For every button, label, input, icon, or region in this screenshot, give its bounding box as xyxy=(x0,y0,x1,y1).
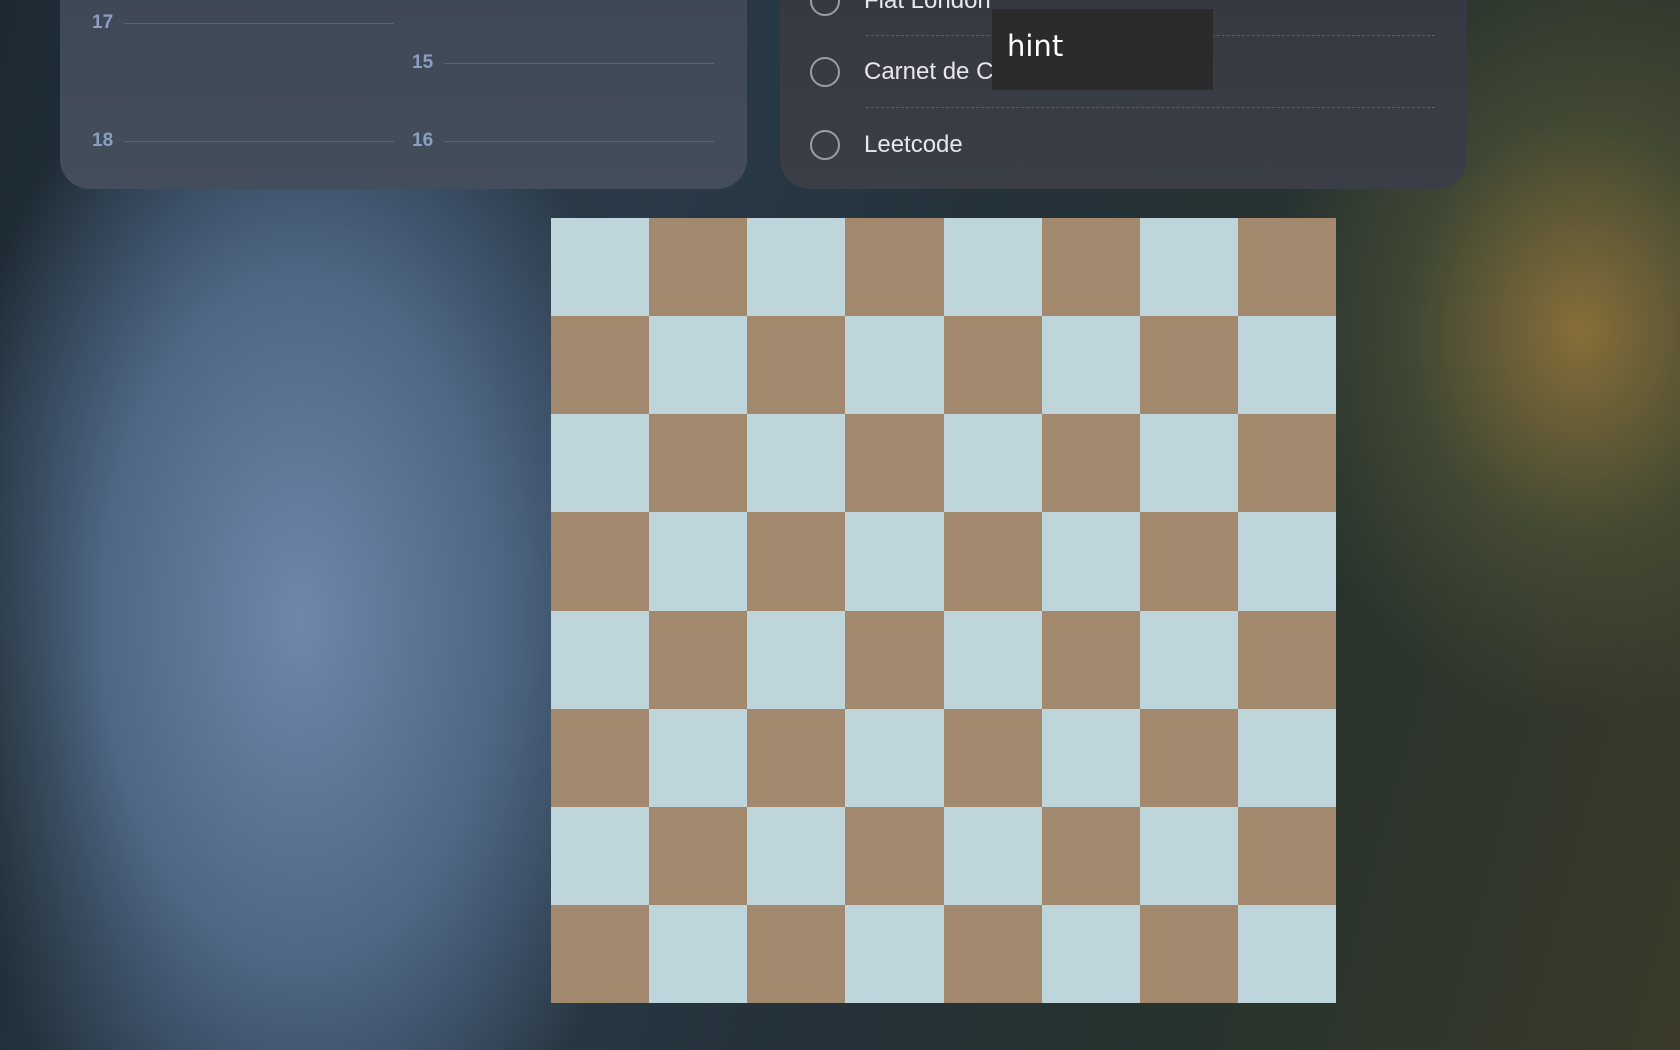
chess-square-dark[interactable] xyxy=(845,610,944,709)
hint-tooltip: hint xyxy=(992,9,1213,90)
hour-gridline xyxy=(444,62,714,64)
reminder-item[interactable]: Flat London xyxy=(810,0,991,21)
reminder-label: Flat London xyxy=(864,0,991,14)
chess-square-light[interactable] xyxy=(747,414,846,513)
chess-square-light[interactable] xyxy=(1139,218,1238,317)
chess-square-dark[interactable] xyxy=(747,904,846,1003)
chess-square-light[interactable] xyxy=(747,806,846,905)
chess-square-dark[interactable] xyxy=(551,316,650,415)
reminder-label: Carnet de C xyxy=(864,58,994,85)
chess-square-light[interactable] xyxy=(845,316,944,415)
chess-square-dark[interactable] xyxy=(649,218,748,317)
chess-square-light[interactable] xyxy=(845,904,944,1003)
chess-square-dark[interactable] xyxy=(1041,610,1140,709)
reminder-item[interactable]: Leetcode xyxy=(810,125,963,165)
chess-square-dark[interactable] xyxy=(649,806,748,905)
chess-square-light[interactable] xyxy=(551,806,650,905)
hour-label: 17 xyxy=(92,12,114,33)
chess-square-light[interactable] xyxy=(1237,708,1336,807)
hour-label: 16 xyxy=(412,130,434,151)
calendar-hour-row: 16 xyxy=(412,130,714,151)
chess-square-light[interactable] xyxy=(747,218,846,317)
hour-gridline xyxy=(124,140,394,142)
chess-square-light[interactable] xyxy=(1041,904,1140,1003)
chess-square-light[interactable] xyxy=(649,512,748,611)
chess-square-dark[interactable] xyxy=(845,218,944,317)
chess-square-light[interactable] xyxy=(551,610,650,709)
chess-square-dark[interactable] xyxy=(1237,610,1336,709)
reminder-separator xyxy=(866,107,1435,108)
chess-square-light[interactable] xyxy=(1237,904,1336,1003)
chess-square-dark[interactable] xyxy=(845,806,944,905)
chess-square-light[interactable] xyxy=(845,512,944,611)
chess-square-dark[interactable] xyxy=(1139,316,1238,415)
chess-square-light[interactable] xyxy=(943,414,1042,513)
calendar-hour-row: 18 xyxy=(92,130,394,151)
chess-square-dark[interactable] xyxy=(747,708,846,807)
chess-square-light[interactable] xyxy=(551,414,650,513)
calendar-hour-row: 15 xyxy=(412,52,714,73)
chess-square-dark[interactable] xyxy=(1041,806,1140,905)
chess-square-dark[interactable] xyxy=(649,414,748,513)
chess-square-dark[interactable] xyxy=(1139,708,1238,807)
chess-square-dark[interactable] xyxy=(747,316,846,415)
chess-square-dark[interactable] xyxy=(1041,218,1140,317)
chess-square-light[interactable] xyxy=(943,806,1042,905)
calendar-widget[interactable]: 17 15 18 16 xyxy=(60,0,747,189)
chess-square-dark[interactable] xyxy=(747,512,846,611)
chess-square-dark[interactable] xyxy=(943,512,1042,611)
chess-square-light[interactable] xyxy=(1139,610,1238,709)
calendar-hour-row: 17 xyxy=(92,12,394,33)
chess-square-dark[interactable] xyxy=(551,904,650,1003)
chess-square-light[interactable] xyxy=(845,708,944,807)
chess-square-light[interactable] xyxy=(551,218,650,317)
chess-square-light[interactable] xyxy=(943,218,1042,317)
hour-label: 18 xyxy=(92,130,114,151)
reminder-checkbox[interactable] xyxy=(810,130,840,160)
chess-square-light[interactable] xyxy=(943,610,1042,709)
chess-square-dark[interactable] xyxy=(1237,414,1336,513)
chess-square-dark[interactable] xyxy=(551,512,650,611)
hour-gridline xyxy=(124,22,394,24)
chess-square-light[interactable] xyxy=(1237,512,1336,611)
chess-square-dark[interactable] xyxy=(943,316,1042,415)
chess-square-light[interactable] xyxy=(649,708,748,807)
chess-square-dark[interactable] xyxy=(551,708,650,807)
chess-square-dark[interactable] xyxy=(1139,904,1238,1003)
chess-square-light[interactable] xyxy=(1237,316,1336,415)
chess-square-light[interactable] xyxy=(1041,708,1140,807)
reminder-item[interactable]: Carnet de C xyxy=(810,52,993,92)
chess-square-dark[interactable] xyxy=(1237,806,1336,905)
chess-square-dark[interactable] xyxy=(1237,218,1336,317)
reminder-checkbox[interactable] xyxy=(810,0,840,16)
chess-square-dark[interactable] xyxy=(943,904,1042,1003)
chess-square-light[interactable] xyxy=(1041,512,1140,611)
chess-square-light[interactable] xyxy=(1041,316,1140,415)
chess-square-light[interactable] xyxy=(1139,414,1238,513)
chess-square-dark[interactable] xyxy=(943,708,1042,807)
chess-square-dark[interactable] xyxy=(1139,512,1238,611)
hour-label: 15 xyxy=(412,52,434,73)
chess-square-dark[interactable] xyxy=(649,610,748,709)
chessboard[interactable] xyxy=(551,218,1336,1003)
chess-square-dark[interactable] xyxy=(845,414,944,513)
reminder-label: Leetcode xyxy=(864,131,963,158)
chess-square-light[interactable] xyxy=(747,610,846,709)
chess-square-light[interactable] xyxy=(1139,806,1238,905)
reminder-checkbox[interactable] xyxy=(810,57,840,87)
hour-gridline xyxy=(444,140,714,142)
chess-square-dark[interactable] xyxy=(1041,414,1140,513)
chess-square-light[interactable] xyxy=(649,316,748,415)
chess-square-light[interactable] xyxy=(649,904,748,1003)
